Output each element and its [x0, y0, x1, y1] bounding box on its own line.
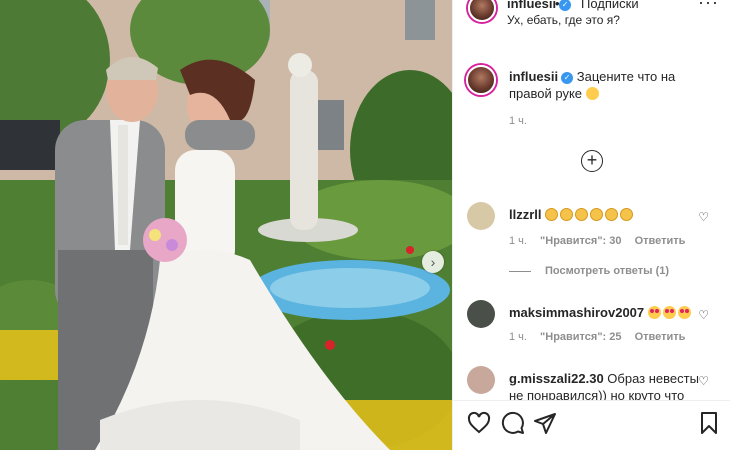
comment-text: g.misszali22.30 Образ невесты не понрави… — [509, 370, 699, 400]
plus-circle-icon[interactable]: + — [581, 150, 603, 172]
comment-timestamp[interactable]: 1 ч. — [509, 331, 527, 343]
comment-emoji — [647, 305, 693, 320]
header-separator: • — [555, 0, 560, 11]
comment-text: llzzrll — [509, 206, 699, 223]
comment-username[interactable]: maksimmashirov2007 — [509, 305, 644, 320]
comment-text: maksimmashirov2007 — [509, 304, 699, 321]
comment-username[interactable]: g.misszali22.30 — [509, 371, 604, 386]
verified-badge-icon: ✓ — [559, 0, 572, 11]
author-username[interactable]: influesii ✓ — [507, 0, 572, 11]
post-side-panel: influesii ✓ • Подписки ··· Ух, ебать, где… — [452, 0, 730, 450]
avatar[interactable] — [468, 0, 496, 22]
comment-username[interactable]: llzzrll — [509, 207, 542, 222]
avatar[interactable] — [467, 202, 495, 230]
more-horizontal-icon[interactable]: ··· — [698, 0, 719, 13]
paper-plane-icon[interactable] — [533, 411, 557, 435]
reply-button[interactable]: Ответить — [635, 235, 686, 247]
comment-likes[interactable]: "Нравится": 30 — [540, 235, 621, 247]
heart-icon[interactable]: ♡ — [698, 374, 709, 388]
reply-button[interactable]: Ответить — [635, 331, 686, 343]
comment-emoji — [545, 207, 635, 222]
caption-username[interactable]: influesii — [509, 69, 558, 84]
avatar[interactable] — [467, 366, 495, 394]
caption-timestamp[interactable]: 1 ч. — [509, 115, 527, 127]
chevron-right-icon[interactable]: › — [422, 251, 444, 273]
header-subtitle: Ух, ебать, где это я? — [507, 13, 620, 27]
post-action-bar — [453, 400, 730, 450]
heart-icon[interactable]: ♡ — [698, 308, 709, 322]
winking-face-icon — [585, 87, 599, 100]
follow-button[interactable]: Подписки — [581, 0, 639, 11]
comment-timestamp[interactable]: 1 ч. — [509, 235, 527, 247]
comment-meta: 1 ч. "Нравится": 25 Ответить — [509, 331, 695, 343]
heart-icon[interactable] — [467, 411, 491, 435]
list-item: g.misszali22.30 Образ невесты не понрави… — [453, 366, 730, 400]
avatar[interactable] — [467, 300, 495, 328]
bookmark-icon[interactable] — [697, 411, 721, 435]
view-replies-button[interactable]: Посмотреть ответы (1) — [509, 265, 669, 277]
caption-text: influesii ✓ Зацените что на правой руке — [509, 68, 709, 102]
heart-icon[interactable]: ♡ — [698, 210, 709, 224]
comment-icon[interactable] — [501, 411, 525, 435]
comment-meta: 1 ч. "Нравится": 30 Ответить — [509, 235, 695, 247]
avatar[interactable] — [466, 65, 496, 95]
verified-badge-icon: ✓ — [561, 71, 574, 84]
post-header: influesii ✓ • Подписки ··· Ух, ебать, где… — [453, 0, 730, 35]
wedding-photo-illustration — [0, 0, 452, 450]
post-photo[interactable]: › — [0, 0, 452, 450]
comment-likes[interactable]: "Нравится": 25 — [540, 331, 621, 343]
